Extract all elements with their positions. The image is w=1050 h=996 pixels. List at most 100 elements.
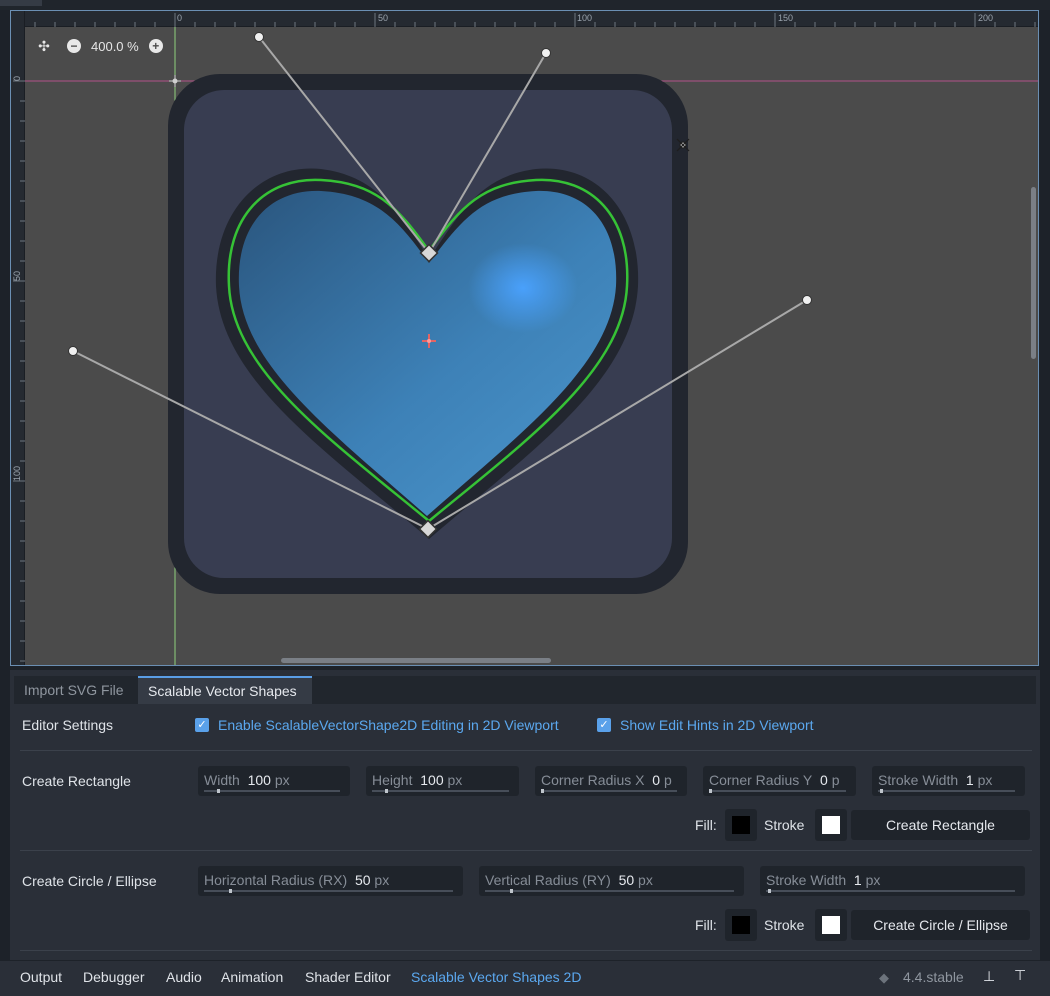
- field-unit: px: [447, 772, 463, 788]
- ruler-ticks: [13, 13, 1036, 662]
- spin-slider-track[interactable]: [204, 890, 453, 892]
- tab-import-svg[interactable]: Import SVG File: [14, 676, 138, 704]
- create-rectangle-button[interactable]: Create Rectangle: [851, 810, 1030, 840]
- ruler-label: 50: [378, 13, 389, 23]
- ellipse-stroke-width-spinbox[interactable]: Stroke Width 1 px: [760, 866, 1025, 896]
- shapes-panel: Import SVG File Scalable Vector Shapes E…: [10, 670, 1040, 960]
- field-label: Height: [372, 772, 413, 788]
- zoom-out-icon[interactable]: −: [67, 39, 81, 53]
- tab-debugger[interactable]: Debugger: [83, 969, 145, 985]
- field-unit: p: [831, 772, 840, 788]
- field-unit: px: [865, 872, 881, 888]
- field-label: Horizontal Radius (RX): [204, 872, 348, 888]
- spin-slider-grabber[interactable]: [880, 789, 883, 793]
- ellipse-fill-color-picker[interactable]: [725, 909, 757, 941]
- rect-fill-color-picker[interactable]: [725, 809, 757, 841]
- spin-slider-grabber[interactable]: [385, 789, 388, 793]
- canvas-viewport[interactable]: 0 50 100 150 200 0 50 100 ✣ − 400.0 % +: [10, 10, 1039, 666]
- version-label: 4.4.stable: [903, 969, 964, 985]
- field-value: 1: [853, 872, 862, 888]
- create-ellipse-label: Create Circle / Ellipse: [22, 873, 157, 889]
- spin-slider-track[interactable]: [878, 790, 1015, 792]
- divider: [20, 950, 1032, 951]
- rect-stroke-width-spinbox[interactable]: Stroke Width 1 px: [872, 766, 1025, 796]
- spin-slider-track[interactable]: [766, 890, 1015, 892]
- panel-tab-bar: Import SVG File Scalable Vector Shapes: [14, 676, 1036, 704]
- create-ellipse-button[interactable]: Create Circle / Ellipse: [851, 910, 1030, 940]
- field-value: 1: [965, 772, 974, 788]
- spin-slider-grabber[interactable]: [768, 889, 771, 893]
- corner-radius-x-spinbox[interactable]: Corner Radius X 0 p: [535, 766, 687, 796]
- field-unit: px: [274, 772, 290, 788]
- horizontal-scrollbar[interactable]: [281, 658, 551, 663]
- field-value: 100: [247, 772, 271, 788]
- zoom-controls: ✣ − 400.0 % +: [35, 35, 163, 57]
- pin-icon[interactable]: ⊥: [983, 968, 995, 985]
- field-value: 50: [618, 872, 635, 888]
- field-value: 100: [420, 772, 444, 788]
- spin-slider-grabber[interactable]: [541, 789, 544, 793]
- enable-editing-checkbox[interactable]: ✓: [195, 718, 209, 732]
- tab-animation[interactable]: Animation: [221, 969, 283, 985]
- zoom-in-icon[interactable]: +: [148, 39, 163, 53]
- zoom-level[interactable]: 400.0 %: [91, 39, 139, 54]
- radius-y-spinbox[interactable]: Vertical Radius (RY) 50 px: [479, 866, 744, 896]
- spin-slider-grabber[interactable]: [229, 889, 232, 893]
- expand-panel-icon[interactable]: ⊤: [1014, 967, 1026, 984]
- vertical-scrollbar[interactable]: [1031, 187, 1036, 359]
- ruler-label: 100: [577, 13, 593, 23]
- ruler-label: 150: [778, 13, 794, 23]
- notification-icon[interactable]: ◆: [879, 970, 889, 986]
- ruler-label: 0: [12, 75, 22, 81]
- divider: [20, 850, 1032, 851]
- spin-slider-track[interactable]: [204, 790, 340, 792]
- field-label: Stroke Width: [878, 772, 959, 788]
- field-unit: p: [663, 772, 672, 788]
- corner-radius-y-spinbox[interactable]: Corner Radius Y 0 p: [703, 766, 856, 796]
- ruler-label: 0: [177, 13, 183, 23]
- zoom-reset-icon[interactable]: ✣: [35, 37, 53, 55]
- rect-height-spinbox[interactable]: Height 100 px: [366, 766, 519, 796]
- field-label: Stroke Width: [766, 872, 847, 888]
- field-label: Vertical Radius (RY): [485, 872, 611, 888]
- spin-slider-track[interactable]: [709, 790, 846, 792]
- field-label: Width: [204, 772, 240, 788]
- field-label: Corner Radius Y: [709, 772, 813, 788]
- rect-width-spinbox[interactable]: Width 100 px: [198, 766, 350, 796]
- top-strip: [0, 0, 1050, 10]
- spin-slider-track[interactable]: [541, 790, 677, 792]
- show-hints-checkbox[interactable]: ✓: [597, 718, 611, 732]
- tab-audio[interactable]: Audio: [166, 969, 202, 985]
- ruler-label: 200: [978, 13, 994, 23]
- divider: [20, 750, 1032, 751]
- tab-scalable-vector-shapes-2d[interactable]: Scalable Vector Shapes 2D: [411, 969, 581, 985]
- field-unit: px: [638, 872, 653, 888]
- top-tab-stub[interactable]: [0, 0, 42, 6]
- tab-output[interactable]: Output: [20, 969, 62, 985]
- rect-stroke-color-picker[interactable]: [815, 809, 847, 841]
- ellipse-stroke-color-picker[interactable]: [815, 909, 847, 941]
- ruler-label: 50: [12, 270, 22, 281]
- field-unit: px: [374, 872, 390, 888]
- editor-settings-label: Editor Settings: [22, 717, 114, 733]
- fill-label: Fill:: [695, 917, 717, 933]
- field-unit: px: [977, 772, 993, 788]
- spin-slider-grabber[interactable]: [510, 889, 513, 893]
- enable-editing-label[interactable]: Enable ScalableVectorShape2D Editing in …: [218, 717, 559, 733]
- spin-slider-grabber[interactable]: [217, 789, 220, 793]
- show-hints-label[interactable]: Show Edit Hints in 2D Viewport: [620, 717, 814, 733]
- tab-shader-editor[interactable]: Shader Editor: [305, 969, 391, 985]
- field-label: Corner Radius X: [541, 772, 645, 788]
- spin-slider-grabber[interactable]: [709, 789, 712, 793]
- field-value: 0: [820, 772, 828, 788]
- stroke-label: Stroke: [764, 817, 805, 833]
- spin-slider-track[interactable]: [485, 890, 734, 892]
- fill-label: Fill:: [695, 817, 717, 833]
- spin-slider-track[interactable]: [372, 790, 509, 792]
- field-value: 50: [354, 872, 371, 888]
- radius-x-spinbox[interactable]: Horizontal Radius (RX) 50 px: [198, 866, 463, 896]
- create-rectangle-label: Create Rectangle: [22, 773, 131, 789]
- tab-scalable-vector-shapes[interactable]: Scalable Vector Shapes: [138, 676, 312, 704]
- ruler-label: 100: [12, 465, 22, 481]
- bottom-panel-bar: Output Debugger Audio Animation Shader E…: [0, 960, 1050, 996]
